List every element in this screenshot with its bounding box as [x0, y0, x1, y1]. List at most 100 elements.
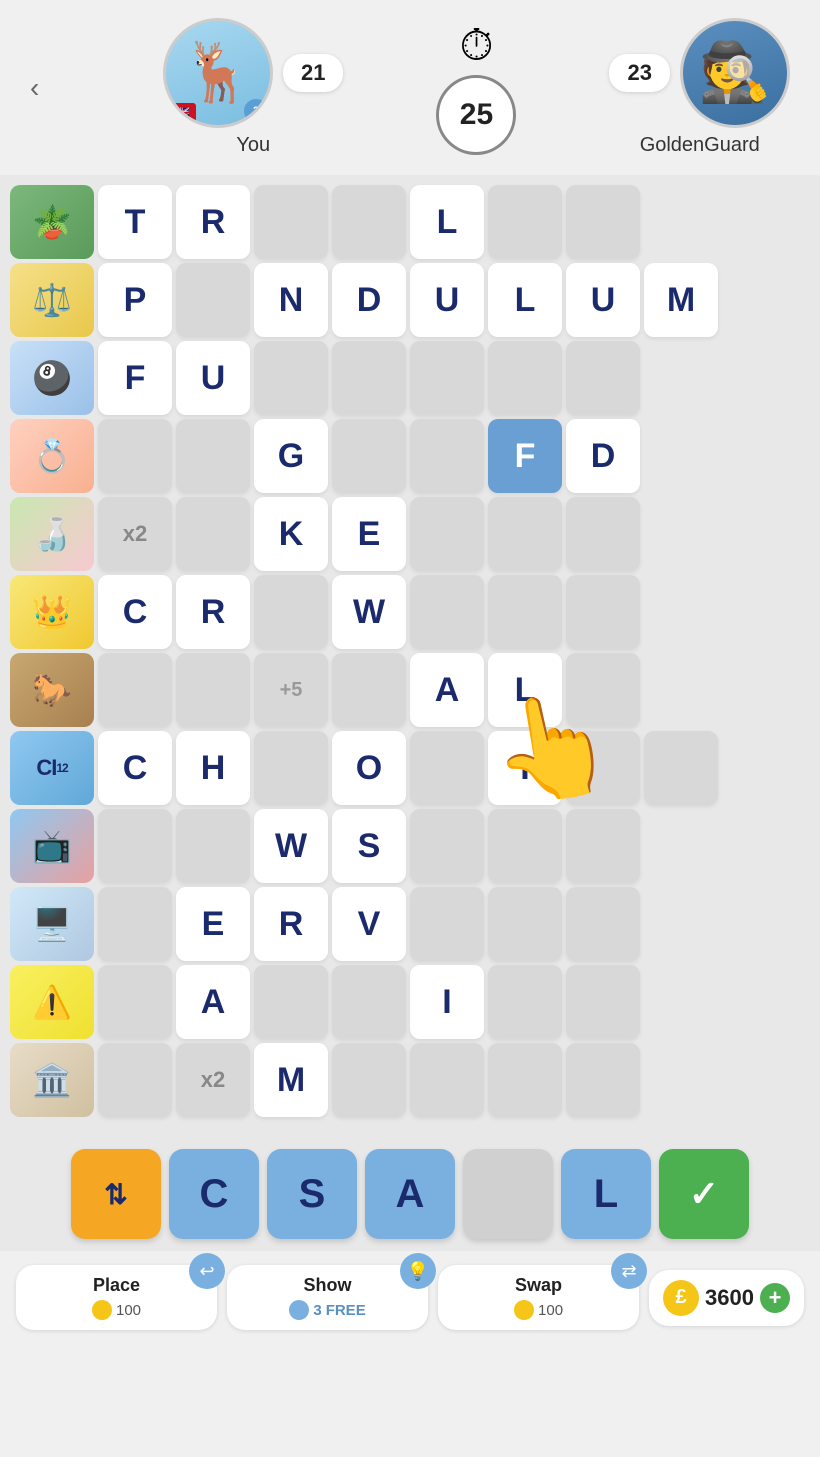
cell-empty[interactable] [176, 497, 250, 571]
cell-empty[interactable] [410, 809, 484, 883]
timer-value: 25 [436, 75, 516, 155]
cell-empty[interactable] [566, 185, 640, 259]
cell-empty[interactable] [98, 1043, 172, 1117]
cell-empty[interactable] [644, 731, 718, 805]
cell[interactable]: A [410, 653, 484, 727]
cell[interactable]: W [332, 575, 406, 649]
cell-plus[interactable]: +5 [254, 653, 328, 727]
cell-empty[interactable] [98, 653, 172, 727]
cell-empty[interactable] [332, 419, 406, 493]
cell-empty[interactable] [488, 887, 562, 961]
confirm-button[interactable]: ✓ [659, 1149, 749, 1239]
cell-empty[interactable] [488, 575, 562, 649]
cell[interactable]: R [176, 185, 250, 259]
cell-empty[interactable] [410, 1043, 484, 1117]
cell[interactable]: I [488, 731, 562, 805]
cell[interactable]: N [254, 263, 328, 337]
cell-empty[interactable] [488, 497, 562, 571]
cell-empty[interactable] [176, 263, 250, 337]
cell[interactable]: O [332, 731, 406, 805]
cell[interactable]: E [176, 887, 250, 961]
cell-empty[interactable] [566, 809, 640, 883]
cell[interactable]: C [98, 575, 172, 649]
cell-empty[interactable] [566, 887, 640, 961]
cell-empty[interactable] [566, 653, 640, 727]
cell-empty[interactable] [254, 185, 328, 259]
cell[interactable]: F [98, 341, 172, 415]
cell-empty[interactable] [254, 731, 328, 805]
cell[interactable]: M [254, 1043, 328, 1117]
show-button[interactable]: 💡 Show 3 FREE [227, 1265, 428, 1330]
cell-empty[interactable] [566, 341, 640, 415]
cell[interactable]: L [410, 185, 484, 259]
cell-empty[interactable] [410, 419, 484, 493]
cell-empty[interactable] [488, 341, 562, 415]
cell[interactable]: E [332, 497, 406, 571]
back-button[interactable]: ‹ [30, 72, 70, 104]
cell-empty[interactable] [254, 965, 328, 1039]
place-button[interactable]: ↩ Place 100 [16, 1265, 217, 1330]
cell-empty[interactable] [488, 1043, 562, 1117]
cell[interactable]: C [98, 731, 172, 805]
cell[interactable]: W [254, 809, 328, 883]
tile-A[interactable]: A [365, 1149, 455, 1239]
swap-cost: 100 [514, 1300, 563, 1320]
cell-empty[interactable] [332, 185, 406, 259]
cell-empty[interactable] [254, 341, 328, 415]
cell-empty[interactable] [98, 419, 172, 493]
cell-empty[interactable] [332, 653, 406, 727]
cell[interactable]: R [254, 887, 328, 961]
cell-empty[interactable] [176, 809, 250, 883]
tile-L[interactable]: L [561, 1149, 651, 1239]
cell-empty[interactable] [410, 575, 484, 649]
tile-C[interactable]: C [169, 1149, 259, 1239]
cell[interactable]: S [332, 809, 406, 883]
cell-empty[interactable] [254, 575, 328, 649]
cell-empty[interactable] [332, 965, 406, 1039]
cell-empty[interactable] [176, 419, 250, 493]
cell-empty[interactable] [410, 731, 484, 805]
cell[interactable]: U [566, 263, 640, 337]
cell[interactable]: R [176, 575, 250, 649]
swap-button[interactable]: ⇄ Swap 100 [438, 1265, 639, 1330]
add-currency-button[interactable]: + [760, 1283, 790, 1313]
cell-empty[interactable] [98, 809, 172, 883]
cell-empty[interactable] [566, 731, 640, 805]
cell[interactable]: H [176, 731, 250, 805]
cell[interactable]: M [644, 263, 718, 337]
cell-empty[interactable] [410, 887, 484, 961]
cell-empty[interactable] [488, 185, 562, 259]
tile-S[interactable]: S [267, 1149, 357, 1239]
cell-empty[interactable] [98, 965, 172, 1039]
cell-empty[interactable] [566, 1043, 640, 1117]
cell-empty[interactable] [98, 887, 172, 961]
cell[interactable]: U [176, 341, 250, 415]
cell-hint[interactable]: F [488, 419, 562, 493]
cell[interactable]: V [332, 887, 406, 961]
cell-empty[interactable] [566, 497, 640, 571]
tile-empty[interactable] [463, 1149, 553, 1239]
cell[interactable]: L [488, 653, 562, 727]
cell-empty[interactable] [410, 497, 484, 571]
cell-empty[interactable] [332, 1043, 406, 1117]
cell[interactable]: D [332, 263, 406, 337]
cell-empty[interactable] [488, 965, 562, 1039]
cell-empty[interactable] [176, 653, 250, 727]
cell-empty[interactable] [566, 575, 640, 649]
cell-multiplier[interactable]: x2 [98, 497, 172, 571]
cell-empty[interactable] [566, 965, 640, 1039]
cell[interactable]: I [410, 965, 484, 1039]
cell-empty[interactable] [410, 341, 484, 415]
cell[interactable]: L [488, 263, 562, 337]
cell-empty[interactable] [332, 341, 406, 415]
swap-tile-button[interactable]: ⇅ [71, 1149, 161, 1239]
cell[interactable]: U [410, 263, 484, 337]
cell[interactable]: A [176, 965, 250, 1039]
cell[interactable]: P [98, 263, 172, 337]
cell[interactable]: T [98, 185, 172, 259]
cell[interactable]: D [566, 419, 640, 493]
cell-multiplier[interactable]: x2 [176, 1043, 250, 1117]
cell[interactable]: G [254, 419, 328, 493]
cell[interactable]: K [254, 497, 328, 571]
cell-empty[interactable] [488, 809, 562, 883]
